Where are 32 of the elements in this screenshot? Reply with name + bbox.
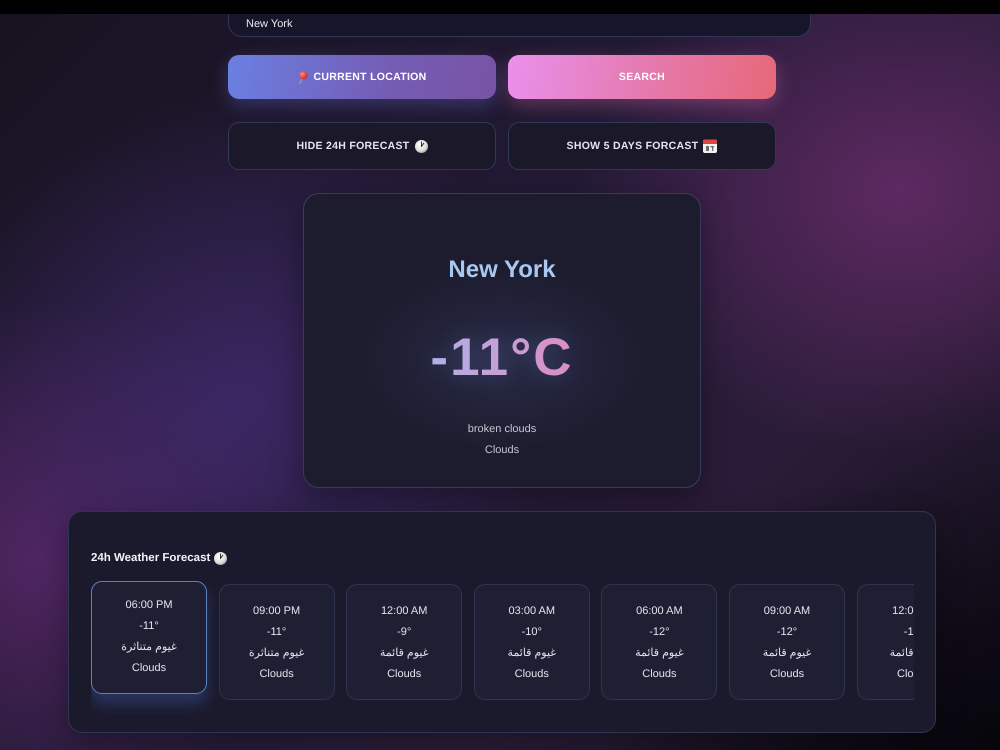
forecast-condition: Clouds xyxy=(132,661,166,676)
forecast-description: غيوم متناثرة xyxy=(121,640,177,655)
forecast-time: 06:00 PM xyxy=(125,598,173,613)
forecast-title: 24h Weather Forecast xyxy=(91,551,210,566)
search-field[interactable]: New York xyxy=(228,14,811,37)
forecast-condition: Clo xyxy=(897,667,914,682)
pin-icon xyxy=(297,70,308,84)
forecast-description: غيوم قائمة xyxy=(508,646,556,661)
forecast-temperature: -1 xyxy=(904,625,914,640)
forecast-time: 06:00 AM xyxy=(636,604,683,619)
forecast-description: غيوم قائمة xyxy=(762,646,812,661)
forecast-condition: Clouds xyxy=(642,667,676,682)
forecast-description: قائمة xyxy=(890,646,914,661)
clock-icon xyxy=(414,140,428,152)
forecast-condition: Clouds xyxy=(770,667,804,682)
toggle-button[interactable]: SHOW 5 DAYS FORCAST xyxy=(508,122,776,170)
forecast-temperature: -12° xyxy=(776,625,798,640)
clock-icon xyxy=(214,552,228,564)
forecast-temperature: -10° xyxy=(522,625,542,640)
forecast-temperature: -12° xyxy=(649,625,670,640)
forecast-time: 12:0 xyxy=(892,604,914,619)
weather-description: broken clouds xyxy=(468,422,536,437)
forecast-condition: Clouds xyxy=(514,667,549,682)
forecast-temperature: -11° xyxy=(139,619,159,634)
weather-condition: Clouds xyxy=(484,443,520,458)
city-name: New York xyxy=(448,255,556,285)
location-button[interactable]: CURRENT LOCATION xyxy=(228,55,496,99)
forecast-description: غيوم قائمة xyxy=(635,646,684,661)
forecast-time: 09:00 AM xyxy=(764,604,810,619)
calendar-icon xyxy=(703,139,718,153)
toggle-button[interactable]: HIDE 24H FORECAST xyxy=(228,122,496,170)
forecast-time: 03:00 AM xyxy=(508,604,556,619)
